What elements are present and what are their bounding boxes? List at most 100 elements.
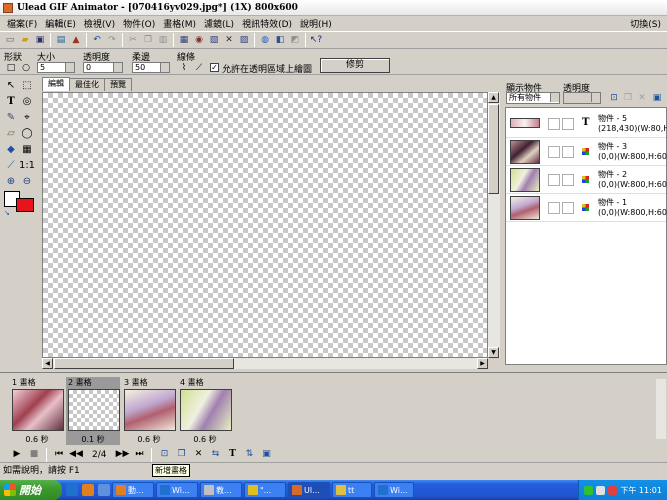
- duplicate-frame-icon[interactable]: ❐: [174, 448, 188, 462]
- optimize-icon[interactable]: ◧: [273, 33, 287, 47]
- next-frame-icon[interactable]: ▶▶: [115, 448, 130, 462]
- crop-button[interactable]: 修剪: [320, 58, 390, 73]
- app-icon[interactable]: [3, 2, 13, 13]
- stop-icon[interactable]: ■: [27, 448, 41, 462]
- paint-icon[interactable]: ▲: [69, 33, 83, 47]
- lasso-tool-icon[interactable]: ⌖: [20, 110, 34, 124]
- ellipse-tool-icon[interactable]: ◯: [20, 126, 34, 140]
- cut-icon[interactable]: ✂: [126, 33, 140, 47]
- properties-icon[interactable]: ▨: [237, 33, 251, 47]
- undo-icon[interactable]: ↶: [90, 33, 104, 47]
- brush-tool-icon[interactable]: ✎: [4, 110, 18, 124]
- add-object-icon[interactable]: ⊡: [607, 91, 621, 105]
- scroll-up-icon[interactable]: ▲: [488, 92, 499, 103]
- delete-icon[interactable]: ✕: [222, 33, 236, 47]
- firefox-icon[interactable]: [82, 484, 94, 496]
- object-icon[interactable]: ◉: [192, 33, 206, 47]
- menu-help[interactable]: 說明(H): [296, 17, 336, 30]
- last-frame-icon[interactable]: ⏭: [132, 448, 146, 462]
- task-button[interactable]: 教...: [200, 482, 242, 498]
- copy-object-icon[interactable]: ❐: [621, 91, 635, 105]
- task-button[interactable]: Wi...: [374, 482, 414, 498]
- transform-tool-icon[interactable]: ◎: [20, 94, 34, 108]
- line-straight-icon[interactable]: ⟋: [192, 61, 206, 75]
- tray-antivirus-icon[interactable]: [608, 485, 618, 495]
- new-file-icon[interactable]: ▭: [3, 33, 17, 47]
- scroll-right-icon[interactable]: ▶: [477, 358, 488, 369]
- task-button[interactable]: tt: [332, 482, 372, 498]
- ie-icon[interactable]: [66, 484, 78, 496]
- object-filter-select[interactable]: 所有物件: [506, 92, 560, 104]
- menu-frame[interactable]: 畫格(M): [159, 17, 200, 30]
- object-visible-toggle[interactable]: [548, 202, 560, 214]
- menu-file[interactable]: 檔案(F): [3, 17, 41, 30]
- fill-tool-icon[interactable]: ◆: [4, 142, 18, 156]
- object-lock-toggle[interactable]: [562, 174, 574, 186]
- object-row[interactable]: 物件 - 2 (0,0)(W:800,H:600): [506, 166, 667, 194]
- task-button[interactable]: "...: [244, 482, 286, 498]
- zoom-out-icon[interactable]: ⊖: [20, 174, 34, 188]
- object-row[interactable]: 物件 - 3 (0,0)(W:800,H:600): [506, 138, 667, 166]
- add-image-icon[interactable]: ▤: [54, 33, 68, 47]
- frame-panel-scrollbar[interactable]: [656, 379, 666, 439]
- object-lock-toggle[interactable]: [562, 146, 574, 158]
- object-visible-toggle[interactable]: [548, 146, 560, 158]
- tab-edit[interactable]: 編輯: [42, 77, 70, 91]
- object-lock-toggle[interactable]: [562, 202, 574, 214]
- edge-input[interactable]: 50: [132, 62, 170, 73]
- opacity-input[interactable]: 0: [83, 62, 123, 73]
- object-list[interactable]: T 物件 - 5 (218,430)(W:80,H:15 物件 - 3 (0,0…: [505, 107, 667, 365]
- menu-object[interactable]: 物件(O): [119, 17, 159, 30]
- horizontal-scrollbar[interactable]: ◀ ▶: [42, 358, 488, 369]
- save-icon[interactable]: ▣: [33, 33, 47, 47]
- text-tool-icon[interactable]: T: [4, 94, 18, 108]
- menu-edit[interactable]: 編輯(E): [41, 17, 80, 30]
- horizontal-scroll-thumb[interactable]: [54, 358, 234, 369]
- eyedropper-tool-icon[interactable]: ⟋: [4, 158, 18, 172]
- object-opacity-input[interactable]: [563, 92, 601, 104]
- object-row[interactable]: T 物件 - 5 (218,430)(W:80,H:15: [506, 110, 667, 138]
- export-icon[interactable]: ◩: [288, 33, 302, 47]
- allow-transparent-checkbox[interactable]: ✓: [210, 63, 219, 72]
- play-icon[interactable]: ▶: [10, 448, 24, 462]
- copy-icon[interactable]: ❐: [141, 33, 155, 47]
- task-button-active[interactable]: Ul...: [288, 482, 330, 498]
- task-button[interactable]: 動...: [112, 482, 154, 498]
- frame-3[interactable]: 3 畫格 0.6 秒: [122, 377, 176, 445]
- banner-text-icon[interactable]: T: [225, 448, 239, 462]
- background-color-swatch[interactable]: [16, 198, 34, 212]
- square-shape-icon[interactable]: □: [4, 61, 18, 75]
- frame-1[interactable]: 1 畫格 0.6 秒: [10, 377, 64, 445]
- eraser-tool-icon[interactable]: ▱: [4, 126, 18, 140]
- zoom-in-icon[interactable]: ⊕: [4, 174, 18, 188]
- tab-preview[interactable]: 預覽: [104, 78, 132, 91]
- object-visible-toggle[interactable]: [548, 174, 560, 186]
- object-row[interactable]: 物件 - 1 (0,0)(W:800,H:600): [506, 194, 667, 222]
- grid-tool-icon[interactable]: ▦: [20, 142, 34, 156]
- prev-frame-icon[interactable]: ◀◀: [69, 448, 83, 462]
- menu-video-fx[interactable]: 視訊特效(D): [238, 17, 296, 30]
- start-button[interactable]: 開始: [0, 480, 62, 500]
- video-icon[interactable]: ◍: [258, 33, 272, 47]
- marquee-tool-icon[interactable]: ⬚: [20, 78, 34, 92]
- actual-size-icon[interactable]: 1:1: [19, 158, 35, 172]
- object-lock-toggle[interactable]: [562, 118, 574, 130]
- reverse-frames-icon[interactable]: ⇅: [242, 448, 256, 462]
- object-properties-icon[interactable]: ▣: [650, 91, 664, 105]
- desktop-icon[interactable]: [98, 484, 110, 496]
- tab-optimize[interactable]: 最佳化: [69, 78, 105, 91]
- line-curve-icon[interactable]: ⌇: [177, 61, 191, 75]
- first-frame-icon[interactable]: ⏮: [52, 448, 66, 462]
- frame-2[interactable]: 2 畫格 0.1 秒: [66, 377, 120, 445]
- object-visible-toggle[interactable]: [548, 118, 560, 130]
- clock[interactable]: 下午 11:01: [620, 485, 662, 496]
- redo-icon[interactable]: ↷: [105, 33, 119, 47]
- menu-switch[interactable]: 切換(S): [626, 17, 667, 30]
- paste-icon[interactable]: ▥: [156, 33, 170, 47]
- help-pointer-icon[interactable]: ↖?: [309, 33, 323, 47]
- vertical-scrollbar[interactable]: ▲ ▼: [488, 92, 500, 358]
- menu-filter[interactable]: 濾鏡(L): [200, 17, 238, 30]
- open-folder-icon[interactable]: ▰: [18, 33, 32, 47]
- swap-colors-icon[interactable]: ↘: [4, 209, 10, 217]
- tray-network-icon[interactable]: [584, 485, 594, 495]
